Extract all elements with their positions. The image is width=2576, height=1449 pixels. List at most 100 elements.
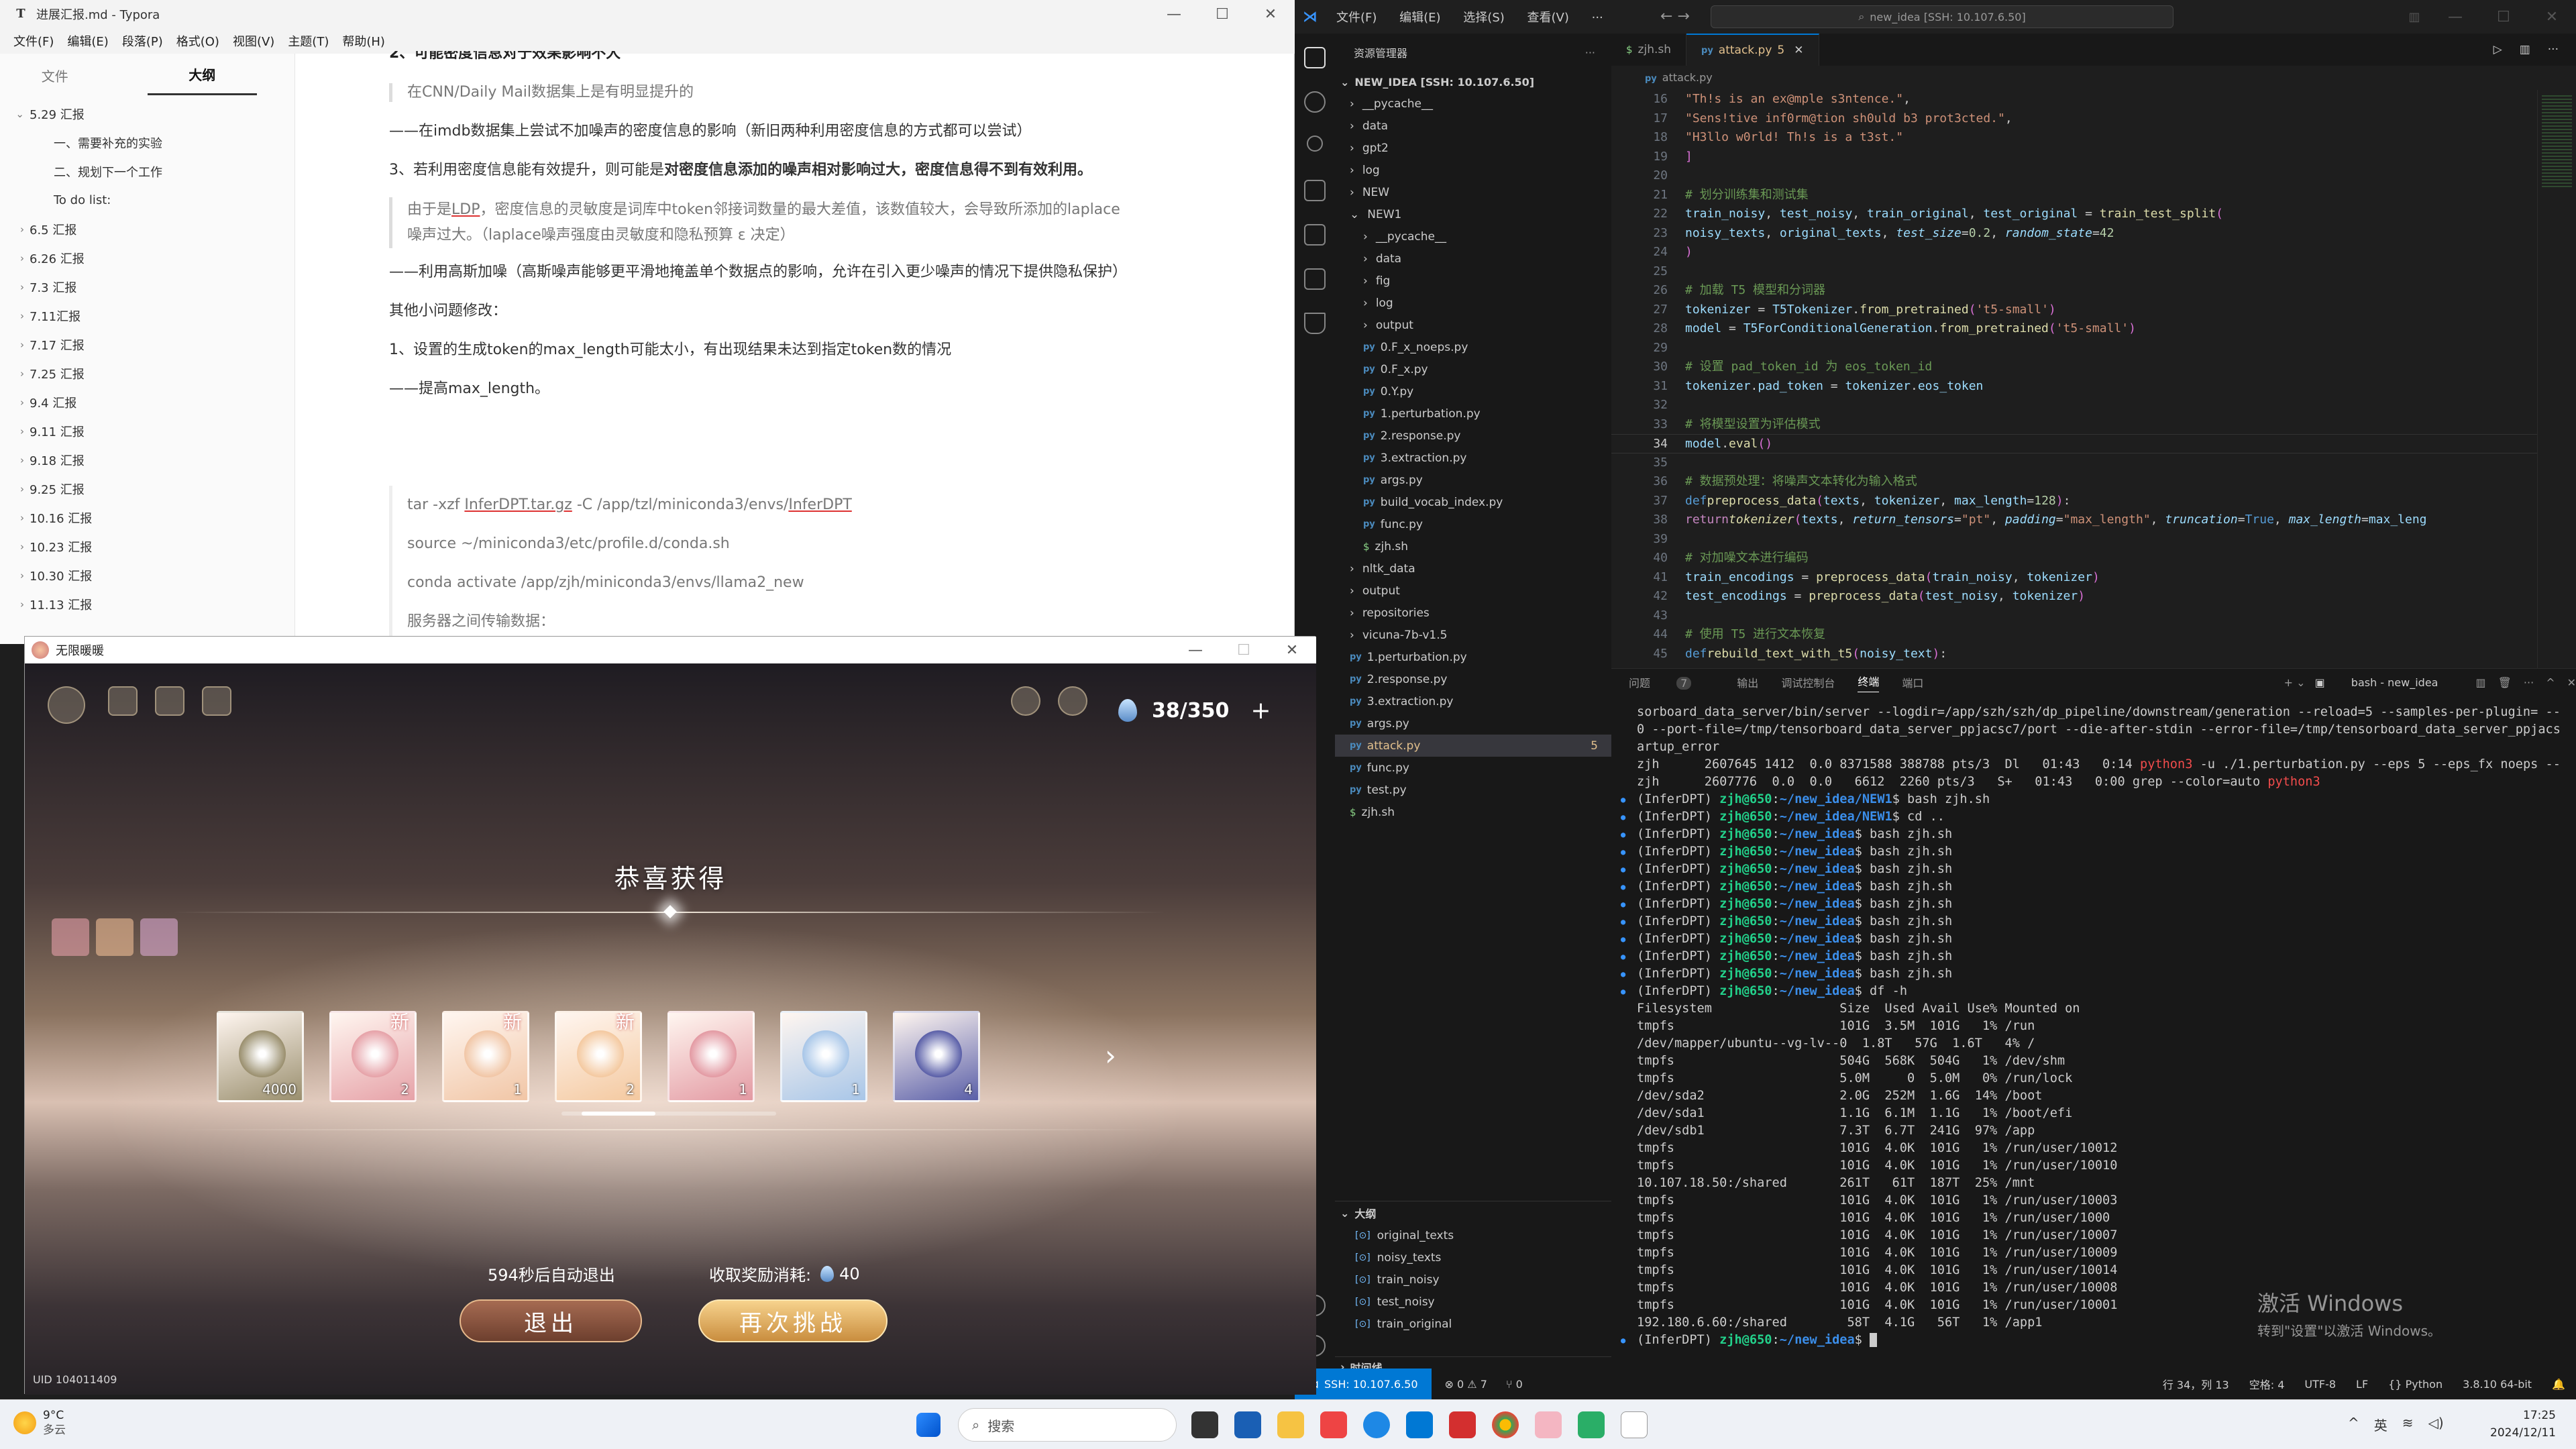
outline-item[interactable]: To do list:	[0, 186, 294, 215]
code-editor[interactable]: 16 "Th!s is an ex@mple s3ntence.", 17 "S…	[1611, 90, 2537, 668]
document-body[interactable]: 2、可能密度信息对于效果影响不大 在CNN/Daily Mail数据集上是有明显…	[389, 42, 1281, 647]
exit-button[interactable]: 退出	[460, 1299, 642, 1342]
outline-item[interactable]: 一、需要补充的实验	[0, 128, 294, 157]
explorer-icon[interactable]	[1304, 47, 1326, 68]
outline-item[interactable]: › 7.17 汇报	[0, 330, 294, 359]
tab-files[interactable]: 文件	[0, 56, 110, 95]
outline-item[interactable]: › 9.25 汇报	[0, 474, 294, 503]
items-scroll-indicator[interactable]	[561, 1112, 776, 1116]
game-taskbar-icon[interactable]	[1535, 1411, 1562, 1438]
terminal-output[interactable]: sorboard_data_server/bin/server --logdir…	[1621, 704, 2560, 1368]
outline-symbol[interactable]: [⊙] test_noisy	[1335, 1291, 1611, 1313]
tree-file[interactable]: py func.py	[1335, 757, 1611, 779]
tree-file[interactable]: py 2.response.py	[1335, 425, 1611, 447]
outline-symbol[interactable]: [⊙] original_texts	[1335, 1224, 1611, 1246]
tree-folder[interactable]: › output	[1335, 314, 1611, 336]
start-icon[interactable]	[916, 1413, 941, 1437]
panel-tab-ports[interactable]: 端口	[1902, 674, 1923, 690]
reward-item[interactable]: 1	[780, 1011, 867, 1102]
minimize-icon[interactable]: —	[1150, 0, 1198, 28]
outline-header[interactable]: ⌄ 大纲	[1335, 1201, 1611, 1224]
menu-file[interactable]: 文件(F)	[13, 32, 54, 50]
reward-item[interactable]: 4	[893, 1011, 980, 1102]
outline-item[interactable]: › 7.25 汇报	[0, 359, 294, 388]
outline-item[interactable]: › 9.11 汇报	[0, 417, 294, 445]
tree-folder[interactable]: › nltk_data	[1335, 557, 1611, 580]
reward-item[interactable]: 4000	[217, 1011, 304, 1102]
outline-symbol[interactable]: [⊙] noisy_texts	[1335, 1246, 1611, 1269]
chevron-up-icon[interactable]: ^	[2348, 1415, 2359, 1434]
status-interpreter[interactable]: 3.8.10 64-bit	[2463, 1378, 2532, 1391]
menu-icon[interactable]	[48, 686, 85, 724]
split-editor-icon[interactable]: ▥	[2520, 43, 2530, 56]
game-titlebar[interactable]: 无限暖暖 — ☐ ✕	[25, 637, 1316, 663]
layout-icon[interactable]: ▥	[2398, 0, 2431, 34]
weather-widget[interactable]: 9°C 多云	[13, 1408, 66, 1438]
outline-symbol[interactable]: [⊙] train_original	[1335, 1313, 1611, 1335]
maximize-panel-icon[interactable]: ^	[2546, 676, 2555, 689]
tree-folder[interactable]: › output	[1335, 580, 1611, 602]
menu-edit[interactable]: 编辑(E)	[67, 32, 108, 50]
tab-attack-py[interactable]: py attack.py 5 ✕	[1686, 34, 1819, 66]
clock[interactable]: 17:25 2024/12/11	[2475, 1407, 2556, 1442]
scroll-thumb[interactable]	[582, 1112, 655, 1116]
bag-icon[interactable]	[155, 686, 184, 716]
menu-format[interactable]: 格式(O)	[176, 32, 219, 50]
tree-folder[interactable]: › gpt2	[1335, 137, 1611, 159]
panel-tab-terminal[interactable]: 终端	[1858, 673, 1880, 692]
reward-item[interactable]: 新1	[442, 1011, 529, 1102]
outline-item[interactable]: › 11.13 汇报	[0, 590, 294, 619]
menu-theme[interactable]: 主题(T)	[288, 32, 329, 50]
maximize-icon[interactable]: ☐	[1220, 637, 1268, 663]
panel-tab-debug-console[interactable]: 调试控制台	[1781, 674, 1835, 690]
tree-folder[interactable]: › log	[1335, 159, 1611, 181]
tree-folder[interactable]: › log	[1335, 292, 1611, 314]
camera-icon[interactable]	[1058, 686, 1087, 716]
run-debug-icon[interactable]	[1304, 180, 1326, 201]
reward-item[interactable]: 1	[667, 1011, 755, 1102]
menu-help[interactable]: 帮助(H)	[342, 32, 385, 50]
tree-file[interactable]: py 0.Y.py	[1335, 380, 1611, 402]
outline-item[interactable]: › 6.26 汇报	[0, 244, 294, 272]
panel-tab-output[interactable]: 输出	[1737, 674, 1758, 690]
zotero-icon[interactable]	[1320, 1411, 1347, 1438]
reward-item[interactable]: 新2	[329, 1011, 417, 1102]
tree-file[interactable]: py 3.extraction.py	[1335, 690, 1611, 712]
maximize-icon[interactable]: ☐	[1198, 0, 1246, 28]
menu-paragraph[interactable]: 段落(P)	[122, 32, 163, 50]
nav-back-forward-icon[interactable]: ← →	[1660, 8, 1690, 25]
vs-menu-view[interactable]: 查看(V)	[1527, 11, 1569, 25]
tree-file[interactable]: py 0.F_x.py	[1335, 358, 1611, 380]
more-actions-icon[interactable]: ···	[1585, 46, 1595, 59]
map-icon[interactable]	[108, 686, 138, 716]
tree-file[interactable]: py attack.py 5	[1335, 735, 1611, 757]
source-control-icon[interactable]	[1307, 136, 1323, 152]
tree-file[interactable]: py args.py	[1335, 712, 1611, 735]
search-icon[interactable]	[1304, 91, 1326, 113]
wps-icon[interactable]	[1449, 1411, 1476, 1438]
wechat-icon[interactable]	[1578, 1411, 1605, 1438]
tree-folder[interactable]: › NEW	[1335, 181, 1611, 203]
close-icon[interactable]: ✕	[1246, 0, 1295, 28]
menu-view[interactable]: 视图(V)	[233, 32, 274, 50]
status-language[interactable]: {} Python	[2388, 1378, 2443, 1391]
outline-item[interactable]: › 10.16 汇报	[0, 503, 294, 532]
close-icon[interactable]: ✕	[2528, 0, 2576, 34]
minimize-icon[interactable]: —	[1171, 637, 1220, 663]
ime-indicator[interactable]: 英	[2374, 1415, 2387, 1434]
tree-file[interactable]: $ zjh.sh	[1335, 535, 1611, 557]
status-cursor-position[interactable]: 行 34，列 13	[2163, 1376, 2229, 1392]
close-icon[interactable]: ✕	[1268, 637, 1316, 663]
edge-icon[interactable]	[1363, 1411, 1390, 1438]
tree-folder[interactable]: › fig	[1335, 270, 1611, 292]
minimap[interactable]	[2537, 90, 2576, 668]
panel-tab-problems[interactable]: 问题 7	[1629, 674, 1714, 690]
tree-file[interactable]: py 1.perturbation.py	[1335, 646, 1611, 668]
breadcrumb[interactable]: py attack.py	[1611, 66, 2576, 90]
status-encoding[interactable]: UTF-8	[2304, 1378, 2336, 1391]
remote-explorer-icon[interactable]	[1304, 268, 1326, 290]
status-indent[interactable]: 空格: 4	[2249, 1376, 2285, 1392]
chrome-icon[interactable]	[1492, 1411, 1519, 1438]
workspace-root[interactable]: ⌄ NEW_IDEA [SSH: 10.107.6.50]	[1335, 71, 1611, 93]
tree-file[interactable]: py 1.perturbation.py	[1335, 402, 1611, 425]
